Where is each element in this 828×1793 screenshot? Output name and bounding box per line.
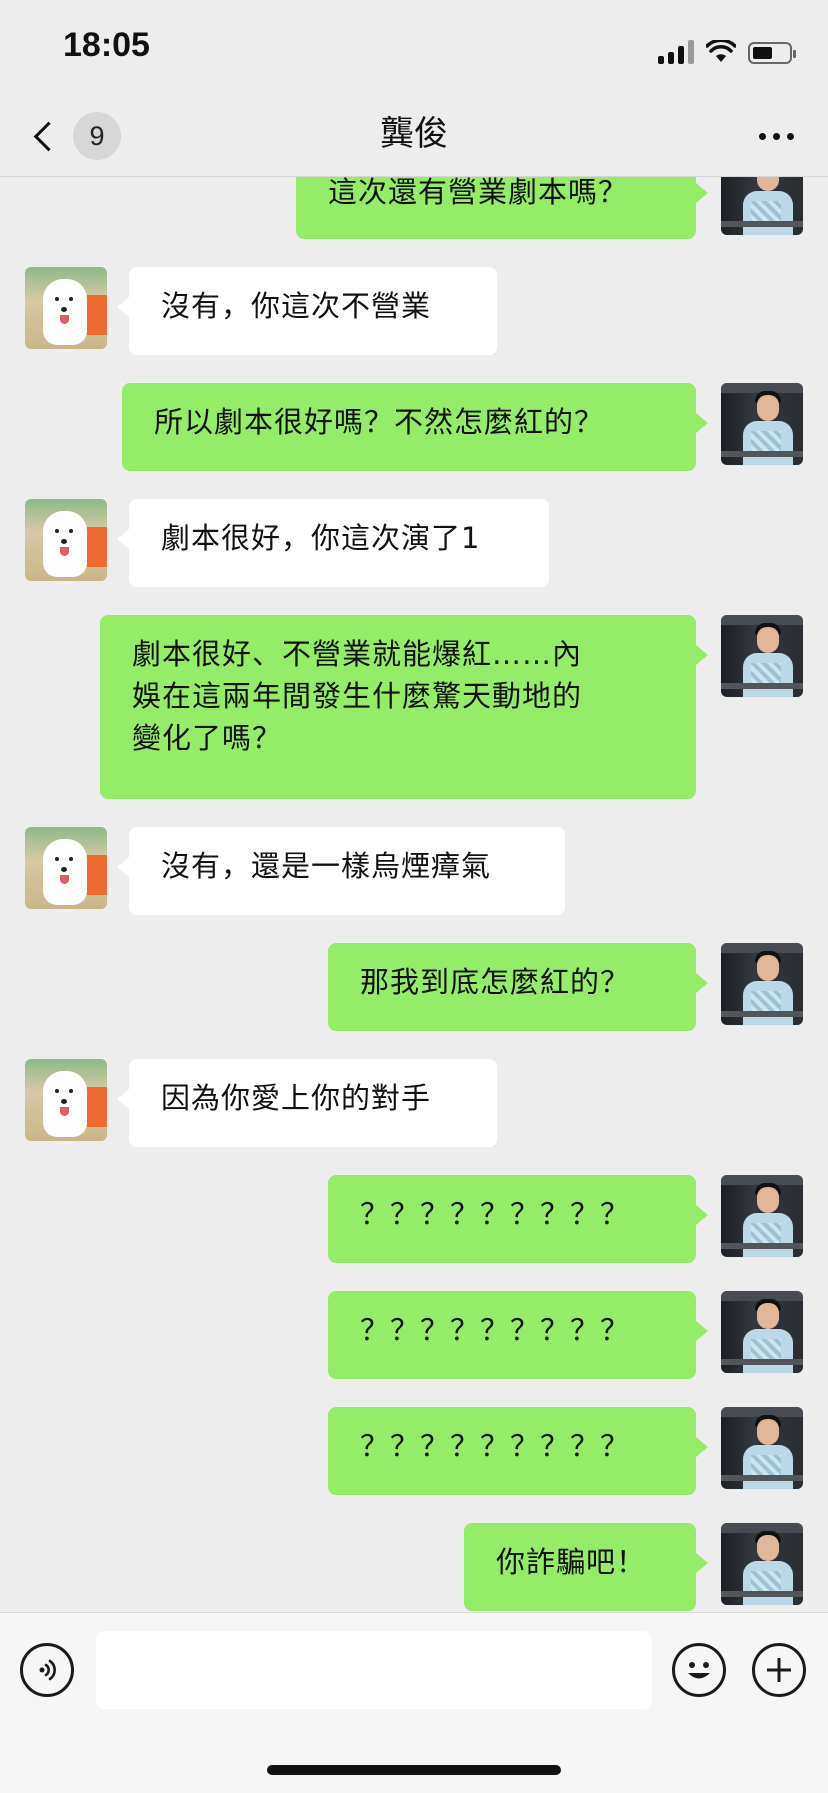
home-indicator[interactable] bbox=[267, 1765, 561, 1775]
my-avatar[interactable] bbox=[721, 615, 803, 697]
my-avatar[interactable] bbox=[721, 1523, 803, 1605]
my-avatar[interactable] bbox=[721, 1291, 803, 1373]
message-list[interactable]: 這次還有營業劇本嗎？ 沒有，你這次不營業 所以劇本很好嗎？不然怎麼紅的？ 劇本很… bbox=[0, 177, 828, 1612]
message-bubble-received[interactable]: 沒有，還是一樣烏煙瘴氣 bbox=[117, 827, 565, 915]
my-avatar[interactable] bbox=[721, 943, 803, 1025]
my-avatar[interactable] bbox=[721, 383, 803, 465]
message-bubble-sent[interactable]: 所以劇本很好嗎？不然怎麼紅的？ bbox=[122, 383, 708, 471]
contact-avatar[interactable] bbox=[25, 827, 107, 909]
input-bar bbox=[0, 1612, 828, 1793]
wifi-icon bbox=[706, 40, 736, 62]
contact-avatar[interactable] bbox=[25, 499, 107, 581]
chat-title: 龔俊 bbox=[380, 114, 448, 154]
message-bubble-sent[interactable]: ？？？？？？？？？ bbox=[328, 1175, 708, 1263]
my-avatar[interactable] bbox=[721, 177, 803, 235]
contact-avatar[interactable] bbox=[25, 1059, 107, 1141]
my-avatar[interactable] bbox=[721, 1407, 803, 1489]
message-bubble-received[interactable]: 劇本很好，你這次演了1 bbox=[117, 499, 549, 587]
message-input[interactable] bbox=[96, 1631, 652, 1709]
status-time: 18:05 bbox=[63, 26, 150, 64]
status-bar: 18:05 bbox=[0, 0, 828, 96]
message-bubble-sent[interactable]: 你詐騙吧！ bbox=[464, 1523, 708, 1611]
message-bubble-sent[interactable]: 劇本很好、不營業就能爆紅……內 娛在這兩年間發生什麼驚天動地的 變化了嗎？ bbox=[100, 615, 708, 799]
message-bubble-received[interactable]: 因為你愛上你的對手 bbox=[117, 1059, 497, 1147]
plus-icon bbox=[767, 1658, 791, 1682]
message-bubble-sent[interactable]: 這次還有營業劇本嗎？ bbox=[296, 177, 708, 239]
more-options-button[interactable] bbox=[759, 122, 794, 150]
message-bubble-sent[interactable]: ？？？？？？？？？ bbox=[328, 1291, 708, 1379]
voice-button[interactable] bbox=[20, 1643, 74, 1697]
message-bubble-received[interactable]: 沒有，你這次不營業 bbox=[117, 267, 497, 355]
battery-icon bbox=[748, 42, 796, 64]
more-horizontal-icon bbox=[759, 132, 766, 140]
message-bubble-sent[interactable]: 那我到底怎麼紅的？ bbox=[328, 943, 708, 1031]
emoji-icon bbox=[688, 1662, 710, 1679]
plus-button[interactable] bbox=[752, 1643, 806, 1697]
my-avatar[interactable] bbox=[721, 1175, 803, 1257]
emoji-button[interactable] bbox=[672, 1643, 726, 1697]
voice-icon bbox=[39, 1659, 56, 1681]
status-icons bbox=[658, 34, 796, 64]
contact-avatar[interactable] bbox=[25, 267, 107, 349]
message-bubble-sent[interactable]: ？？？？？？？？？ bbox=[328, 1407, 708, 1495]
chat-header: 9 龔俊 bbox=[0, 96, 828, 177]
cellular-signal-icon bbox=[658, 40, 694, 64]
